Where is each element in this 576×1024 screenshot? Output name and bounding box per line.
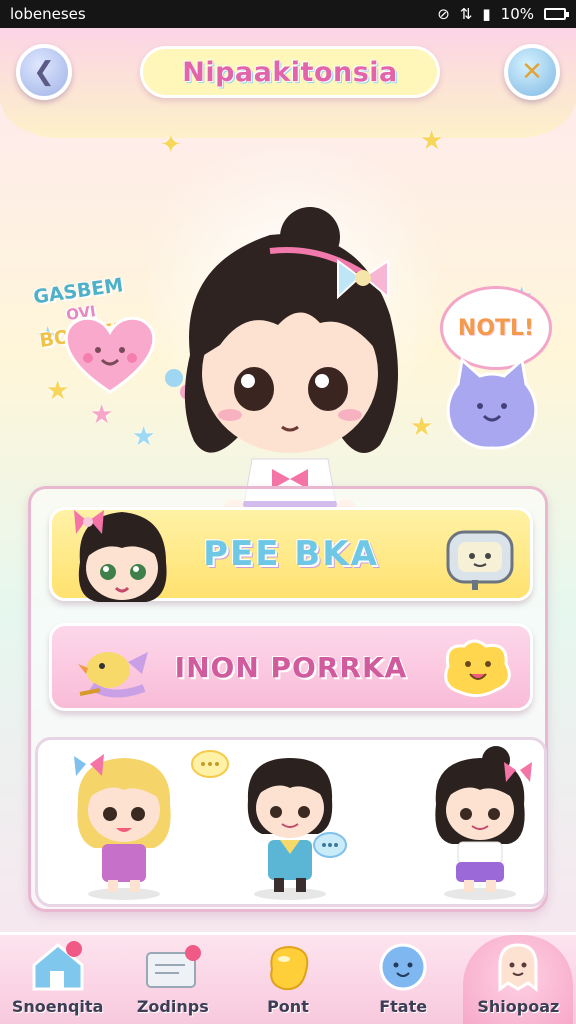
close-x-icon: ✕ [521,57,543,87]
selection-panel: PEE BKA INON PORRKA [28,486,548,912]
bottom-nav: Snoenqita Zodinps Pont Ftate Shiopoaz [0,932,576,1024]
mute-icon: ⊘ [437,5,450,23]
data-icon: ⇅ [459,5,473,23]
bubble-text: NOTL! [457,315,535,341]
roster-character-2[interactable] [230,744,350,904]
option-label-1: PEE BKA [203,534,379,574]
bean-icon [270,945,309,991]
star-face-icon [444,639,511,697]
nav-label: Pont [267,997,309,1016]
star-icon: ★ [420,126,444,156]
roster-character-1[interactable] [64,744,184,904]
bubble-face-icon [379,943,427,991]
nav-item-shiopoaz[interactable]: Shiopoaz [463,935,574,1024]
heart-face-icon [64,316,156,394]
option-button-2[interactable]: INON PORRKA [49,623,533,711]
option-avatar [74,510,167,602]
nav-label: Snoenqita [11,997,104,1016]
character-roster [35,737,547,907]
status-icons: ⊘ ⇅ ▮ 10% [437,5,569,23]
cat-blob-icon [446,357,538,450]
home-icon [32,941,84,991]
option-button-1[interactable]: PEE BKA [49,507,533,602]
close-button[interactable]: ✕ [504,44,560,100]
signal-icon: ▮ [482,5,491,23]
nav-label: Ftate [379,997,428,1016]
back-arrow-icon: ❮ [33,57,55,87]
nav-item-ftate[interactable]: Ftate [348,935,458,1024]
roster-character-3[interactable] [420,744,540,904]
nav-item-pont[interactable]: Pont [233,935,343,1024]
back-button[interactable]: ❮ [16,44,72,100]
bird-icon [78,652,148,698]
nav-item-tickets[interactable]: Zodinps [118,935,228,1024]
speech-dots-icon [313,832,347,858]
nav-label: Zodinps [136,997,209,1016]
page-title: Nipaakitonsia [140,46,440,98]
ticket-icon [145,945,201,988]
battery-icon [544,8,569,20]
star-icon: ★ [90,400,114,430]
star-icon: ✦ [160,130,182,160]
nav-label: Shiopoaz [477,997,560,1016]
hero-area: ✦ ★ ★ ★ ★ ★ ★ ★ ★ GASBEM OVI BOOREJR NOT… [0,100,576,573]
carrier-label: lobeneses [10,5,86,23]
nav-item-home[interactable]: Snoenqita [3,935,113,1024]
battery-percent: 10% [500,5,534,23]
toaster-robot-icon [446,530,514,590]
ghost-face-icon [498,943,538,992]
option-label-2: INON PORRKA [174,650,408,684]
status-bar: lobeneses ⊘ ⇅ ▮ 10% [0,0,576,28]
star-icon: ★ [132,422,156,452]
speech-dots-icon [191,750,229,778]
